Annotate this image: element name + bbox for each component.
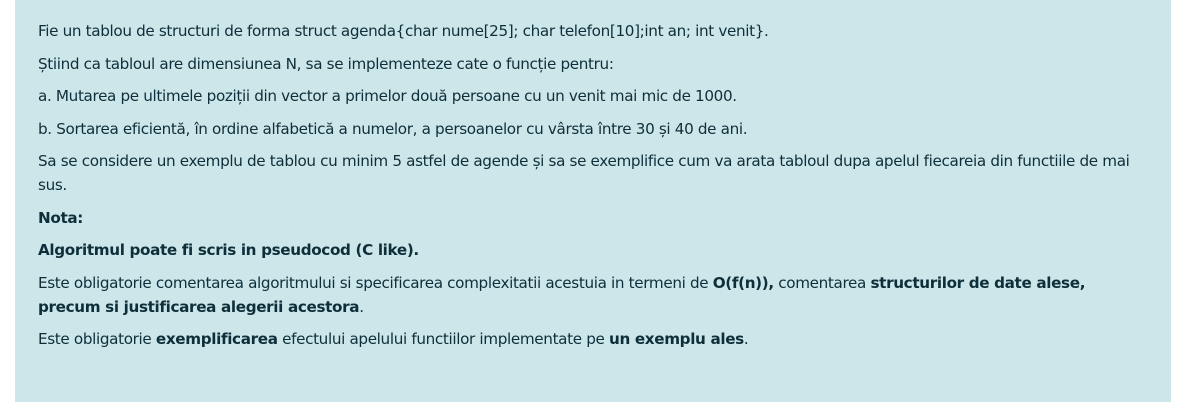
- requirement-a-text: a. Mutarea pe ultimele poziții din vecto…: [38, 87, 737, 105]
- exemplification-emphasis: exemplificarea: [155, 330, 278, 348]
- nota-label: Nota:: [38, 208, 83, 227]
- complexity-text-part: comentarea: [773, 273, 871, 292]
- pseudocode-note-text: Algoritmul poate fi scris in pseudocod (…: [38, 241, 419, 259]
- structure-definition-text: Fie un tablou de structuri de forma stru…: [38, 22, 769, 40]
- example-instruction-text: Sa se considere un exemplu de tablou cu …: [38, 152, 1130, 194]
- complexity-text-end: .: [359, 297, 364, 316]
- complexity-notation: O(f(n)),: [712, 273, 774, 292]
- requirements-intro-text: Știind ca tabloul are dimensiunea N, sa …: [38, 54, 614, 73]
- example-text-part: efectului apelului functiilor implementa…: [277, 330, 609, 348]
- pseudocode-note: Algoritmul poate fi scris in pseudocod (…: [38, 238, 1148, 262]
- example-requirement-text: Este obligatorie exemplificarea efectulu…: [38, 327, 1148, 351]
- assignment-panel: Fie un tablou de structuri de forma stru…: [15, 0, 1171, 402]
- nota-heading: Nota:: [38, 206, 1148, 230]
- chosen-example-emphasis: un exemplu ales: [608, 330, 744, 348]
- complexity-requirement-text: Este obligatorie comentarea algoritmului…: [38, 271, 1148, 319]
- requirement-b-text: b. Sortarea eficientă, în ordine alfabet…: [38, 119, 748, 138]
- example-text-part: Este obligatorie: [38, 330, 156, 348]
- example-text-end: .: [743, 330, 749, 348]
- complexity-text-part: Este obligatorie comentarea algoritmului…: [38, 273, 713, 292]
